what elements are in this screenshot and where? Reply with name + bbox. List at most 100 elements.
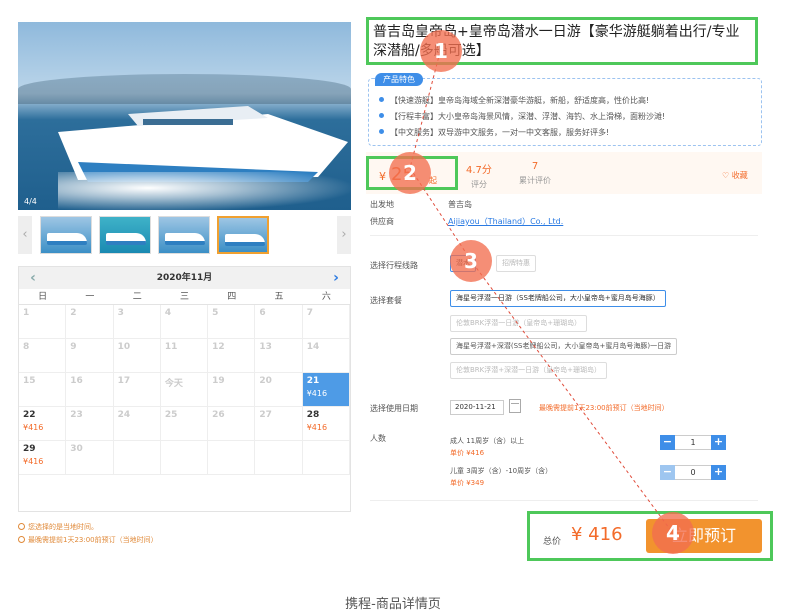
calendar-day-cell: 今天: [160, 373, 209, 407]
calendar-weekdays: 日 一 二 三 四 五 六: [19, 289, 350, 305]
calendar-day-cell: 11: [160, 339, 209, 373]
note-line: 最晚需提前1天23:00前预订（当地时间）: [18, 534, 158, 547]
calendar-header: ‹ 2020年11月 ›: [19, 267, 350, 289]
package-option-1[interactable]: 海星号浮潜一日游（SS老牌船公司，大小皇帝岛+蜜月岛号海豚）: [450, 290, 666, 307]
favorite-button[interactable]: ♡ 收藏: [722, 170, 748, 181]
calendar-day-cell[interactable]: 29 ¥416: [19, 441, 67, 475]
calendar-day-price: ¥416: [306, 423, 328, 432]
thumbnail-2[interactable]: [99, 216, 151, 254]
calendar-day-number: 13: [259, 342, 272, 352]
rating-stat: 4.7分 评分: [466, 165, 492, 189]
calendar-day-cell[interactable]: 28 ¥416: [302, 407, 350, 441]
adult-row: 成人 11周岁（含）以上 单价 ¥416: [450, 436, 524, 458]
thumbnail-1[interactable]: [40, 216, 92, 254]
calendar-icon[interactable]: [509, 399, 521, 413]
calendar-day-number: 4: [164, 308, 172, 318]
page-caption: 携程-商品详情页: [345, 597, 441, 612]
step-marker-4: 4: [652, 512, 694, 554]
calendar-day-grid: 1 2 3 4 5 6 7 8 9 10 11 12 13 14 15 16 17 今天 19 20 21 ¥416 22 ¥…: [19, 305, 350, 475]
boat-wake: [58, 172, 351, 210]
review-count-stat[interactable]: 7 累计评价: [519, 161, 551, 186]
total-price: ¥ 416: [571, 524, 623, 545]
adult-desc: 成人 11周岁（含）以上: [450, 437, 525, 445]
date-calendar: ‹ 2020年11月 › 日 一 二 三 四 五 六 1 2 3 4 5 6 7 8 9 10 11…: [18, 266, 351, 512]
calendar-day-cell: 3: [113, 305, 161, 339]
child-stepper: − 0 +: [660, 465, 726, 480]
calendar-day-number: 11: [164, 342, 178, 352]
calendar-day-number: 21: [306, 376, 320, 386]
calendar-day-cell: 12: [208, 339, 256, 373]
child-price: 单价 ¥349: [450, 479, 485, 487]
thumbnail-strip: ‹ ›: [18, 214, 351, 256]
calendar-day-cell: [302, 441, 350, 475]
route-option-special[interactable]: 招牌特惠: [496, 255, 536, 272]
calendar-day-number: 6: [259, 308, 266, 318]
route-label: 选择行程线路: [370, 261, 418, 270]
feature-item: 【快速游艇】皇帝岛海域全新深潜豪华游艇，新船，舒适度高，性价比高!: [379, 93, 665, 109]
calendar-day-number: 23: [70, 410, 83, 420]
calendar-day-cell: [255, 441, 303, 475]
features-tag: 产品特色: [375, 73, 423, 86]
calendar-day-cell[interactable]: 22 ¥416: [19, 407, 67, 441]
calendar-day-number: 19: [212, 376, 225, 386]
calendar-day-price: ¥416: [306, 389, 328, 398]
weekday-label: 四: [227, 292, 237, 302]
supplier-label: 供应商: [370, 217, 394, 226]
package-option-3[interactable]: 海星号浮潜+深潜(SS老牌船公司，大小皇帝岛+蜜月岛号海豚)一日游: [450, 338, 678, 355]
date-input[interactable]: 2020-11-21: [450, 400, 504, 415]
thumb-next-arrow[interactable]: ›: [337, 216, 351, 254]
calendar-day-number: 3: [117, 308, 124, 318]
calendar-day-cell: 16: [66, 373, 114, 407]
child-plus-button[interactable]: +: [711, 465, 726, 480]
heart-icon: ♡: [722, 171, 730, 180]
calendar-day-cell: 26: [208, 407, 256, 441]
calendar-prev-icon[interactable]: ‹: [23, 267, 43, 289]
calendar-next-icon[interactable]: ›: [326, 267, 346, 289]
departure-value: 普吉岛: [448, 200, 472, 209]
child-minus-button[interactable]: −: [660, 465, 675, 480]
weekday-label: 二: [132, 292, 142, 302]
adult-plus-button[interactable]: +: [711, 435, 726, 450]
calendar-day-cell: 2: [66, 305, 114, 339]
adult-count[interactable]: 1: [675, 435, 711, 450]
feature-item: 【中文服务】双导游中文服务，一对一中文客服，服务好评多!: [379, 125, 665, 141]
main-product-photo[interactable]: 4/4: [18, 22, 351, 210]
package-option-4[interactable]: 伦敦BRK浮潜+深潜一日游（皇帝岛+珊瑚岛）: [450, 362, 607, 379]
thumbnail-4[interactable]: [217, 216, 269, 254]
calendar-day-number: 7: [306, 308, 313, 318]
calendar-day-cell: 14: [302, 339, 350, 373]
calendar-day-cell: 8: [19, 339, 67, 373]
thumb-prev-arrow[interactable]: ‹: [18, 216, 32, 254]
calendar-day-cell: 19: [208, 373, 256, 407]
calendar-day-number: 20: [259, 376, 272, 386]
price-currency: ¥: [379, 170, 386, 183]
package-option-2[interactable]: 伦敦BRK浮潜一日游（皇帝岛+珊瑚岛）: [450, 315, 588, 332]
calendar-day-number: 5: [212, 308, 219, 318]
calendar-day-cell: 23: [66, 407, 114, 441]
adult-minus-button[interactable]: −: [660, 435, 675, 450]
info-icon: [18, 523, 25, 530]
weekday-label: 三: [179, 292, 189, 302]
calendar-month-title: 2020年11月: [156, 273, 213, 283]
calendar-day-cell: [113, 441, 161, 475]
calendar-day-price: ¥416: [23, 457, 44, 466]
supplier-link[interactable]: Aijiayou（Thailand）Co., Ltd.: [448, 216, 563, 227]
departure-label: 出发地: [370, 200, 394, 209]
step-marker-3: 3: [450, 240, 492, 282]
child-count[interactable]: 0: [675, 465, 711, 480]
step-marker-1: 1: [420, 30, 462, 72]
image-counter: 4/4: [24, 197, 37, 206]
calendar-day-cell[interactable]: 21 ¥416: [302, 373, 350, 407]
calendar-day-cell: 4: [160, 305, 209, 339]
calendar-day-number: 9: [70, 342, 77, 352]
calendar-day-number: 25: [164, 410, 178, 420]
calendar-day-cell: 6: [255, 305, 303, 339]
calendar-day-number: 15: [23, 376, 36, 386]
calendar-day-cell: 24: [113, 407, 161, 441]
calendar-day-number: 1: [23, 308, 30, 318]
step-marker-2: 2: [389, 152, 431, 194]
package-label: 选择套餐: [370, 296, 402, 305]
calendar-day-cell: 25: [160, 407, 209, 441]
thumbnail-3[interactable]: [158, 216, 210, 254]
adult-stepper: − 1 +: [660, 435, 726, 450]
